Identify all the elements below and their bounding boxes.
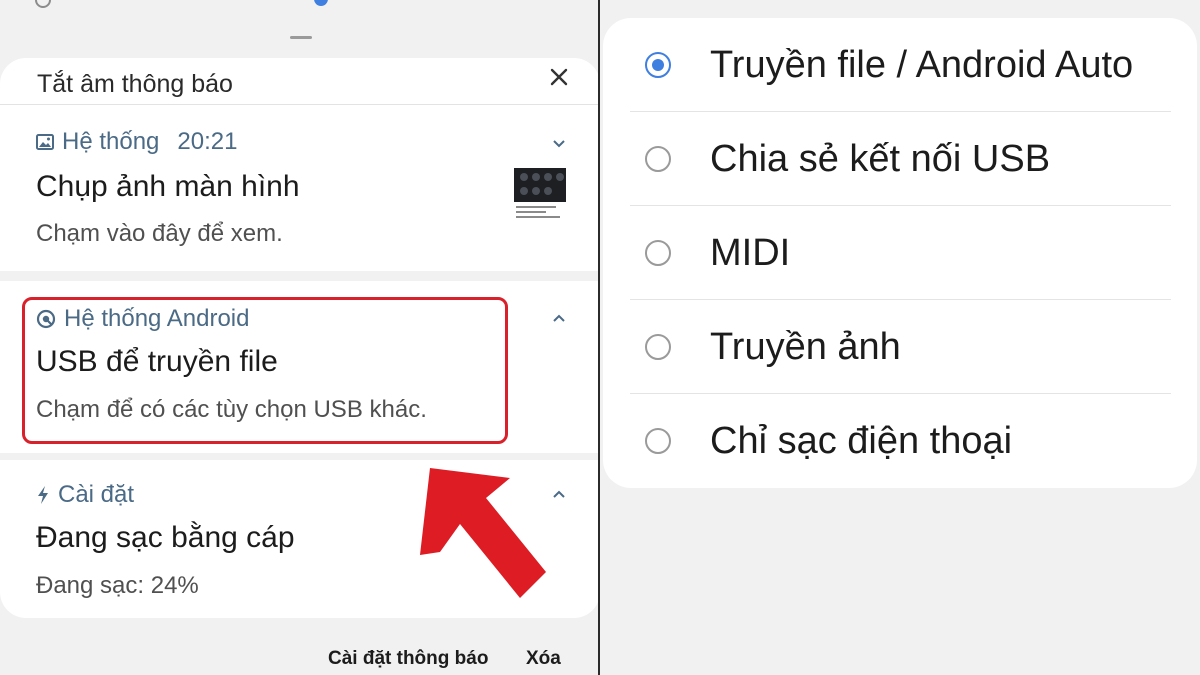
partially-visible-header xyxy=(700,0,707,14)
usb-option-charge-only[interactable]: Chỉ sạc điện thoại xyxy=(603,394,1197,488)
radio-button[interactable] xyxy=(645,334,671,360)
radio-button[interactable] xyxy=(645,240,671,266)
notification-app-name: Hệ thống xyxy=(62,128,160,155)
notification-panel: Tắt âm thông báo Hệ thống 20:21 Chụp ảnh… xyxy=(0,0,600,675)
notification-text: Chạm vào đây để xem. xyxy=(36,220,283,247)
radio-button[interactable] xyxy=(645,146,671,172)
notification-title: Chụp ảnh màn hình xyxy=(36,170,300,203)
chevron-down-icon[interactable] xyxy=(552,139,566,149)
usb-option-label: MIDI xyxy=(710,232,791,274)
notification-app-name: Cài đặt xyxy=(58,481,135,508)
silent-notifications-header: Tắt âm thông báo xyxy=(0,58,600,104)
usb-option-label: Truyền file / Android Auto xyxy=(710,44,1134,86)
notification-settings-button[interactable]: Cài đặt thông báo xyxy=(328,648,488,670)
settings-icon[interactable] xyxy=(35,0,51,8)
notification-title: Đang sạc bằng cáp xyxy=(36,521,295,554)
notification-text: Đang sạc: 24% xyxy=(36,572,199,599)
usb-options-sheet: Truyền file / Android Auto Chia sẻ kết n… xyxy=(603,18,1197,488)
chevron-up-icon[interactable] xyxy=(552,313,566,323)
radio-button-selected[interactable] xyxy=(645,52,671,78)
usb-option-midi[interactable]: MIDI xyxy=(603,206,1197,300)
notification-app-row: Hệ thống 20:21 xyxy=(36,128,237,156)
usb-option-photo-transfer[interactable]: Truyền ảnh xyxy=(603,300,1197,394)
close-icon[interactable] xyxy=(548,66,570,88)
usb-option-label: Truyền ảnh xyxy=(710,326,901,368)
clear-button[interactable]: Xóa xyxy=(526,648,561,670)
drag-handle[interactable] xyxy=(290,36,312,39)
usb-option-file-transfer[interactable]: Truyền file / Android Auto xyxy=(603,18,1197,112)
image-icon xyxy=(36,134,54,150)
highlight-box xyxy=(22,297,508,444)
screenshot-thumbnail[interactable] xyxy=(514,168,566,220)
radio-button[interactable] xyxy=(645,428,671,454)
red-arrow-annotation xyxy=(420,468,546,598)
usb-option-label: Chỉ sạc điện thoại xyxy=(710,420,1013,462)
notification-time: 20:21 xyxy=(177,128,238,155)
usb-option-tethering[interactable]: Chia sẻ kết nối USB xyxy=(603,112,1197,206)
toggle-indicator xyxy=(314,0,328,6)
bolt-icon xyxy=(38,486,48,504)
silent-notifications-title: Tắt âm thông báo xyxy=(37,70,233,98)
usb-option-label: Chia sẻ kết nối USB xyxy=(710,138,1051,180)
notification-app-row: Cài đặt xyxy=(36,481,134,509)
